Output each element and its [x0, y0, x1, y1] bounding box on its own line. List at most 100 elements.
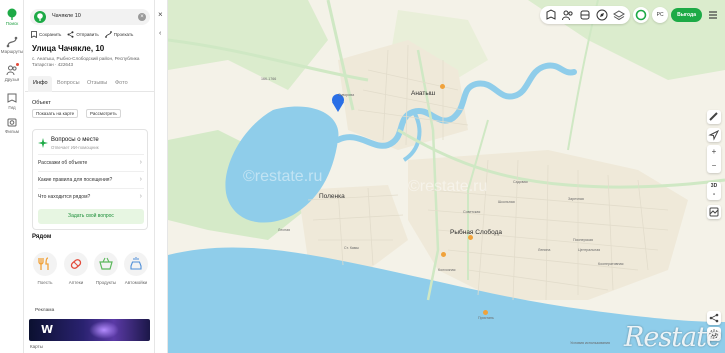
rail-label-search: Поиск [5, 21, 19, 26]
question-visit-rules[interactable]: Какие правила для посещения? › [38, 171, 144, 187]
rail-item-film[interactable]: Фильм [0, 116, 24, 134]
nearby-label: Аптеки [68, 280, 84, 285]
clear-search-icon[interactable]: × [138, 13, 146, 21]
nearby-pharmacy[interactable]: Аптеки [61, 252, 91, 285]
search-input[interactable]: Чачякле 10 [52, 13, 81, 19]
map-label-street: Заречная [568, 197, 584, 201]
map-label-road: 16К-1766 [261, 77, 277, 81]
3d-label: 3D [710, 183, 718, 189]
my-location-button[interactable] [707, 128, 721, 142]
sparkle-icon [38, 138, 48, 148]
notification-dot [16, 63, 19, 66]
map-toolbar: PC Выгода [540, 6, 721, 24]
question-about-object[interactable]: Расскажи об объекте › [38, 154, 144, 170]
profile-avatar[interactable]: PC [652, 7, 669, 23]
view-closer-button[interactable]: Рассмотреть [86, 109, 121, 118]
map-copyright[interactable]: Условия использования [570, 341, 610, 345]
tab-photos[interactable]: Фото [115, 80, 128, 86]
plus-service-icon [635, 9, 647, 21]
map-label-street: Садовая [513, 180, 528, 184]
people-icon[interactable] [561, 8, 575, 22]
watermark-overlay: ©restate.ru [408, 178, 488, 195]
map-label-street: Лесная [278, 228, 291, 232]
object-section-label: Объект [32, 100, 51, 106]
map-canvas[interactable]: Анатыш Поленка Рыбная Слобода 16К-1766 С… [168, 0, 725, 353]
nearby-title: Рядом [32, 234, 52, 240]
map-label-street: Ленина [538, 248, 551, 252]
close-icon[interactable]: × [158, 10, 163, 19]
nearby-label: Продукты [95, 280, 117, 285]
questions-subtitle: Отвечает ИИ-помощник [51, 145, 99, 150]
map-label-street: Школьная [498, 200, 515, 204]
nearby-carwash[interactable]: Автомойки [121, 252, 151, 285]
save-label: Сохранить [39, 32, 62, 37]
map-label-anatysh: Анатыш [411, 90, 436, 97]
ad-glow [89, 321, 119, 339]
left-rail: Поиск Маршруты Друзья Гид Фильм [0, 0, 24, 353]
nearby-label: Автомойки [124, 280, 148, 285]
benefit-button[interactable]: Выгода [671, 8, 702, 22]
tilt-dot-icon: • [712, 192, 716, 198]
rail-label-friends: Друзья [4, 77, 20, 82]
tab-questions[interactable]: Вопросы [57, 80, 80, 86]
poi-marker[interactable] [441, 252, 446, 257]
nearby-food[interactable]: Поесть [30, 252, 60, 285]
ruler-icon [709, 112, 718, 121]
share-button[interactable]: Отправить [67, 31, 99, 38]
panel-collapse-strip: × ‹ [154, 0, 168, 353]
poi-marker[interactable] [468, 235, 473, 240]
ruler-button[interactable] [707, 110, 721, 124]
rail-item-routes[interactable]: Маршруты [0, 36, 24, 54]
poi-marker[interactable] [483, 310, 488, 315]
tab-info[interactable]: Инфо [33, 80, 48, 86]
restate-watermark: Restate [624, 322, 722, 353]
question-whats-nearby[interactable]: Что находится рядом? › [38, 188, 144, 204]
place-tabs: Инфо Вопросы Отзывы Фото [25, 76, 154, 92]
ads-title: Реклама [35, 308, 55, 313]
rail-item-friends[interactable]: Друзья [0, 63, 24, 82]
nearby-grocery[interactable]: Продукты [91, 252, 121, 285]
search-icon [7, 8, 17, 20]
panorama-icon [709, 207, 719, 217]
menu-button[interactable] [705, 7, 721, 23]
chevron-right-icon: › [139, 159, 142, 166]
plus-service-button[interactable] [633, 7, 650, 23]
carwash-icon [130, 257, 142, 270]
place-actions: Сохранить Отправить Проехать [31, 31, 133, 38]
route-icon [104, 31, 112, 38]
film-icon [7, 118, 17, 127]
question-label: Что находится рядом? [38, 194, 91, 200]
layers-icon[interactable] [612, 8, 626, 22]
ad-banner[interactable]: W [29, 319, 150, 341]
zoom-out-button[interactable]: − [707, 159, 721, 173]
guide-map-icon[interactable] [544, 8, 558, 22]
map-label-rybnaya-sloboda: Рыбная Слобода [450, 229, 503, 236]
zoom-controls: + − [707, 145, 721, 173]
zoom-in-button[interactable]: + [707, 145, 721, 159]
rail-label-routes: Маршруты [0, 49, 24, 54]
map-label-street: Советская [463, 210, 481, 214]
collapse-panel-icon[interactable]: ‹ [159, 30, 161, 37]
route-button[interactable]: Проехать [104, 31, 134, 38]
map-label-street: Центральная [578, 248, 601, 252]
maps-logo-icon [34, 11, 46, 23]
map-label-street: Суворова [338, 93, 355, 97]
route-label: Проехать [113, 32, 134, 37]
3d-mode-button[interactable]: 3D • [707, 182, 721, 200]
pharmacy-icon [70, 259, 82, 269]
search-bar[interactable]: Чачякле 10 × [30, 9, 150, 25]
map-label-street: Ст. Камы [344, 246, 359, 250]
routes-icon [6, 36, 18, 48]
save-button[interactable]: Сохранить [31, 31, 61, 38]
tab-reviews[interactable]: Отзывы [87, 80, 107, 86]
rail-item-guide[interactable]: Гид [0, 92, 24, 110]
poi-marker[interactable] [440, 84, 445, 89]
rail-item-search[interactable]: Поиск [0, 8, 24, 26]
panorama-button[interactable] [707, 205, 721, 219]
ask-question-button[interactable]: Задать свой вопрос [38, 209, 144, 224]
show-on-map-button[interactable]: Показать на карте [32, 109, 79, 118]
questions-card: Вопросы о месте Отвечает ИИ-помощник Рас… [32, 129, 148, 230]
layers-group [540, 6, 631, 24]
transport-icon[interactable] [578, 8, 592, 22]
compass-icon[interactable] [595, 8, 609, 22]
